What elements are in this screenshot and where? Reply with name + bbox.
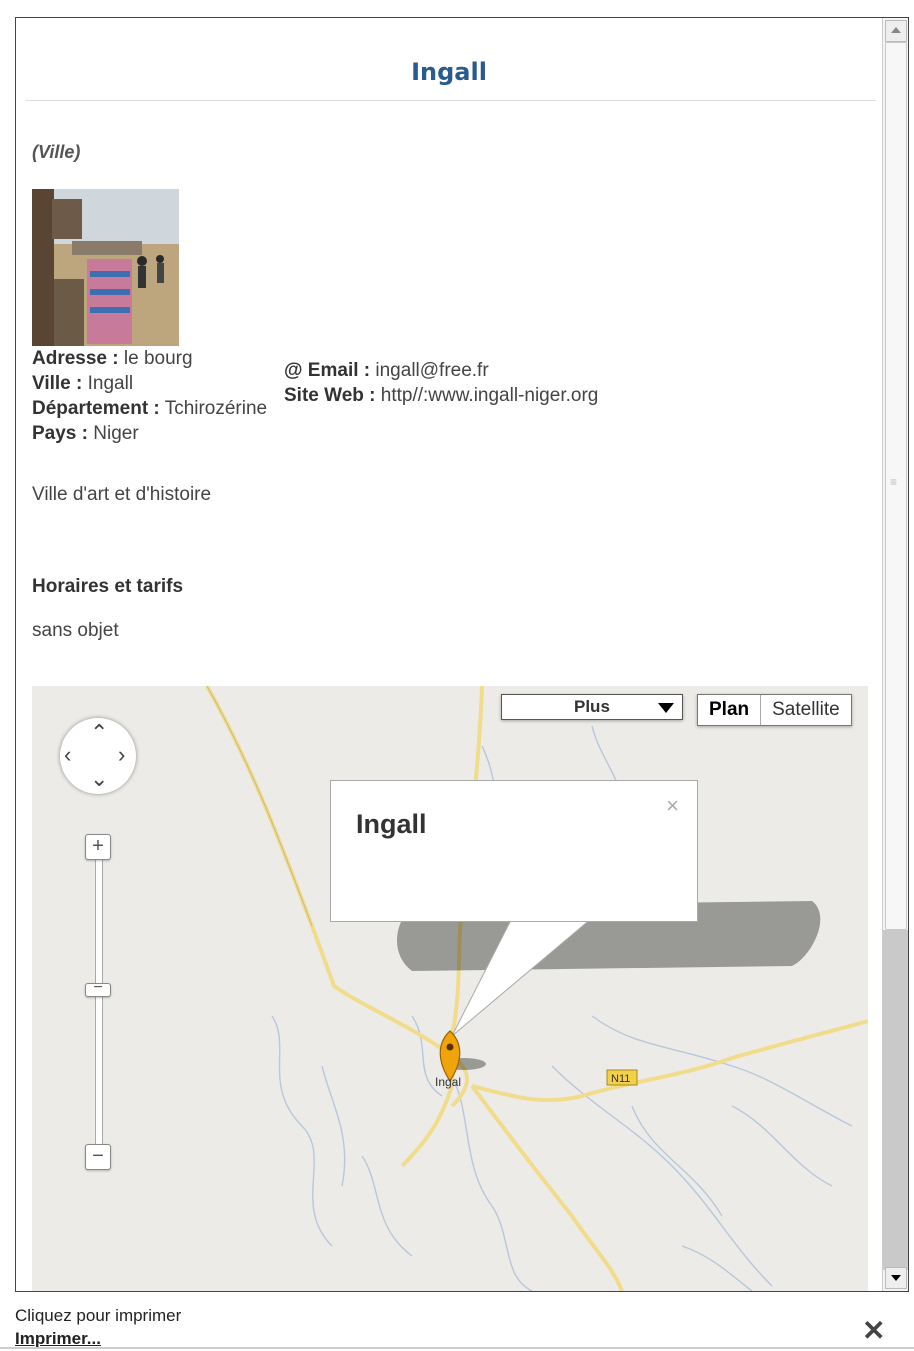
address-label: Adresse : (32, 348, 119, 369)
department-value: Tchirozérine (164, 398, 268, 419)
print-hint: Cliquez pour imprimer (15, 1306, 182, 1325)
address-value: le bourg (123, 348, 193, 369)
scroll-down-button[interactable] (885, 1267, 907, 1289)
category-label: (Ville) (32, 142, 81, 162)
website-value[interactable]: http//:www.ingall-niger.org (381, 385, 599, 406)
print-link[interactable]: Imprimer... (15, 1329, 101, 1349)
address-block: Adresse : le bourg Ville : Ingall Départ… (32, 346, 267, 446)
contact-block: @ Email : ingall@free.fr Site Web : http… (284, 358, 598, 408)
email-label: @ Email : (284, 360, 371, 381)
country-value: Niger (93, 423, 139, 444)
country-label: Pays : (32, 423, 88, 444)
website-label: Site Web : (284, 385, 376, 406)
popup-content: Ingall (Ville) Adresse : le bourg Ville … (16, 18, 882, 1291)
scrollbar-track[interactable] (883, 930, 908, 1270)
vertical-scrollbar[interactable]: ≡ (882, 18, 908, 1291)
road-label-n11: N11 (611, 1073, 630, 1085)
map-view[interactable]: Plus Plan Satellite ⌃ ‹ › ⌄ + − − Ingall… (32, 686, 868, 1291)
grip-icon: ≡ (890, 475, 898, 489)
place-photo[interactable] (32, 189, 179, 346)
hours-value: sans objet (32, 620, 119, 641)
city-label: Ville : (32, 373, 83, 394)
title-divider (26, 100, 876, 101)
popup-window: Ingall (Ville) Adresse : le bourg Ville … (15, 17, 909, 1292)
close-icon[interactable]: ✕ (862, 1314, 885, 1347)
location-marker-icon[interactable] (439, 1030, 461, 1083)
city-value: Ingall (87, 373, 134, 394)
hours-heading: Horaires et tarifs (32, 576, 184, 597)
footer-divider (0, 1347, 914, 1349)
map-markers: Ingal N11 (435, 1030, 638, 1089)
page-title: Ingall (411, 58, 487, 86)
marker-label: Ingal (435, 1075, 461, 1089)
description: Ville d'art et d'histoire (32, 484, 212, 505)
scroll-up-button[interactable] (885, 20, 907, 42)
department-label: Département : (32, 398, 160, 419)
email-value[interactable]: ingall@free.fr (375, 360, 488, 381)
